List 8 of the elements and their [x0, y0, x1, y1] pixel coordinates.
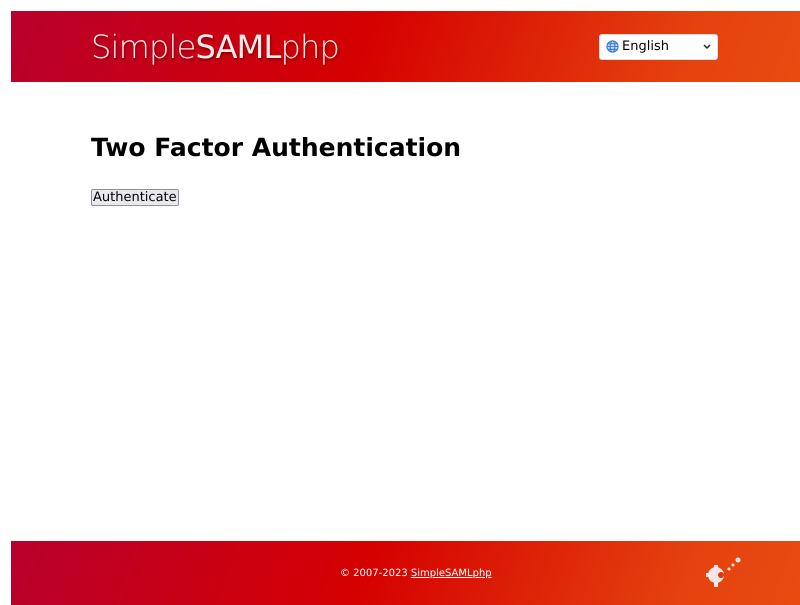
globe-icon	[606, 40, 620, 53]
page-title: Two Factor Authentication	[91, 132, 462, 164]
simplesamlphp-link[interactable]: SimpleSAMLphp	[410, 568, 492, 578]
logo[interactable]: SimpleSAMLphp	[91, 22, 340, 70]
chevron-down-icon	[703, 44, 712, 50]
language-select[interactable]: English	[599, 34, 718, 60]
authenticate-button[interactable]: Authenticate	[91, 189, 179, 206]
copyright-text: © 2007-2023 SimpleSAMLphp	[340, 566, 492, 580]
